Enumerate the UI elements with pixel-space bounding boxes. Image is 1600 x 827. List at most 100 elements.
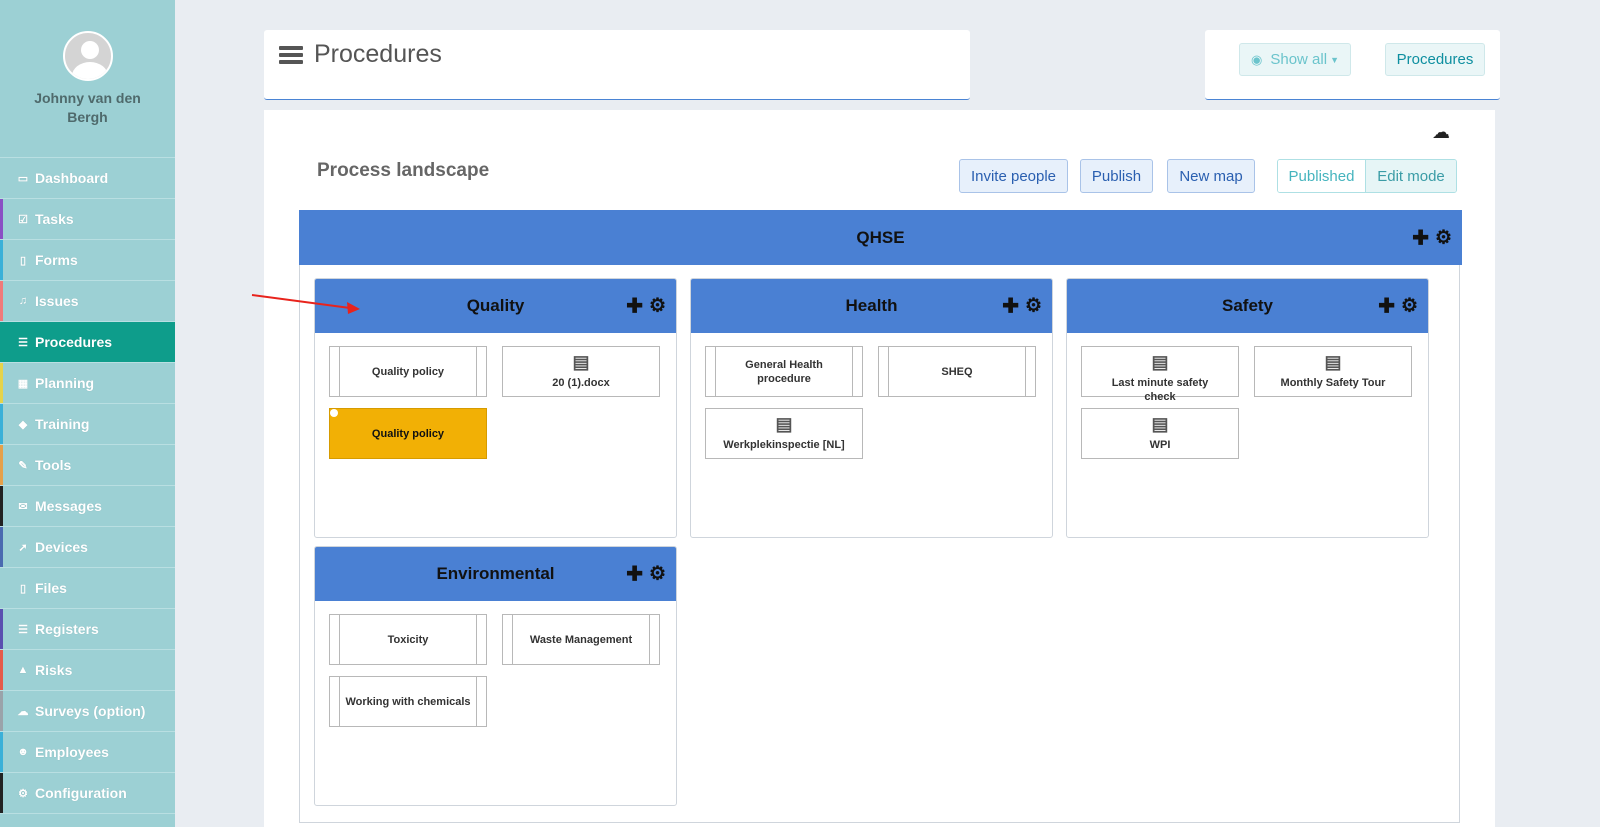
publish-button[interactable]: Publish — [1080, 159, 1153, 193]
sidebar-item-label: Devices — [35, 539, 88, 555]
comment-icon: ☁ — [17, 705, 29, 718]
process-tile[interactable]: SHEQ — [878, 346, 1036, 397]
sidebar-item-procedures[interactable]: ☰ Procedures — [0, 322, 175, 363]
process-tile[interactable]: ▤ WPI — [1081, 408, 1239, 459]
drag-handle[interactable] — [330, 409, 338, 417]
process-tile[interactable]: ▤ 20 (1).docx — [502, 346, 660, 397]
sidebar-item-label: Risks — [35, 662, 73, 678]
sidebar-item-label: Procedures — [35, 334, 113, 350]
add-icon[interactable]: ✚ — [626, 294, 643, 319]
group-title: Quality — [466, 296, 525, 315]
show-all-dropdown[interactable]: ◉ Show all ▼ — [1239, 43, 1351, 76]
bell-icon: ♫ — [18, 295, 28, 307]
process-group-environmental: Environmental ✚ ⚙ Toxicity Waste Management W… — [314, 546, 677, 806]
sidebar-item-tools[interactable]: ✎ Tools — [0, 445, 175, 486]
invite-people-button[interactable]: Invite people — [959, 159, 1068, 193]
new-map-button[interactable]: New map — [1167, 159, 1255, 193]
checkbox-icon: ☑ — [18, 213, 28, 226]
sidebar-item-risks[interactable]: ▲ Risks — [0, 650, 175, 691]
group-header: Health ✚ ⚙ — [691, 279, 1052, 333]
add-icon[interactable]: ✚ — [1002, 294, 1019, 319]
document-icon: ▯ — [19, 582, 27, 595]
sidebar-item-label: Dashboard — [35, 170, 109, 186]
warning-icon: ▲ — [17, 664, 29, 676]
tile-label: Werkplekinspectie [NL] — [723, 439, 845, 451]
process-tile[interactable]: Waste Management — [502, 614, 660, 665]
page-title: Procedures — [314, 40, 442, 68]
group-header: Quality ✚ ⚙ — [315, 279, 676, 333]
tile-label: Quality policy — [371, 365, 445, 378]
process-group-safety: Safety ✚ ⚙ ▤ Last minute safety check ▤ Monthl… — [1066, 278, 1429, 538]
sidebar-item-messages[interactable]: ✉ Messages — [0, 486, 175, 527]
avatar[interactable] — [62, 31, 113, 81]
map-title: QHSE — [856, 227, 905, 247]
add-icon[interactable]: ✚ — [1378, 294, 1395, 319]
show-all-label: Show all — [1270, 51, 1328, 68]
file-icon: ▯ — [19, 254, 27, 267]
mode-toggle: Published Edit mode — [1277, 159, 1457, 193]
sidebar-item-issues[interactable]: ♫ Issues — [0, 281, 175, 322]
sidebar-item-training[interactable]: ◆ Training — [0, 404, 175, 445]
map-header: QHSE ✚ ⚙ — [299, 210, 1462, 265]
process-tile[interactable]: ▤ Monthly Safety Tour — [1254, 346, 1412, 397]
process-tile[interactable]: Working with chemicals — [329, 676, 487, 727]
sidebar-item-forms[interactable]: ▯ Forms — [0, 240, 175, 281]
process-tile[interactable]: General Health procedure — [705, 346, 863, 397]
sidebar-item-label: Employees — [35, 744, 109, 760]
gear-icon[interactable]: ⚙ — [649, 295, 666, 318]
caret-down-icon: ▼ — [1330, 54, 1339, 65]
cloud-check-icon[interactable]: ☁ — [1432, 122, 1450, 143]
sidebar-item-devices[interactable]: ➚ Devices — [0, 527, 175, 568]
tile-label: WPI — [1149, 439, 1171, 451]
edit-mode-toggle[interactable]: Edit mode — [1366, 160, 1456, 192]
tile-label: Working with chemicals — [345, 695, 471, 708]
sidebar-item-label: Issues — [35, 293, 79, 309]
tile-label: SHEQ — [941, 365, 973, 378]
sidebar-item-files[interactable]: ▯ Files — [0, 568, 175, 609]
wrench-icon: ✎ — [18, 459, 28, 472]
rocket-icon: ➚ — [18, 541, 28, 554]
user-profile: Johnny van den Bergh — [0, 0, 175, 158]
process-tile[interactable]: ▤ Last minute safety check — [1081, 346, 1239, 403]
gear-icon[interactable]: ⚙ — [1435, 226, 1452, 249]
sidebar-item-label: Files — [35, 580, 67, 596]
sidebar-item-planning[interactable]: ▦ Planning — [0, 363, 175, 404]
sidebar-item-employees[interactable]: ☻ Employees — [0, 732, 175, 773]
eye-icon: ◉ — [1251, 51, 1263, 67]
sidebar-item-dashboard[interactable]: ▭ Dashboard — [0, 158, 175, 199]
tile-label: Last minute safety check — [1111, 377, 1209, 403]
process-tile[interactable]: ▤ Werkplekinspectie [NL] — [705, 408, 863, 459]
process-tile[interactable]: Toxicity — [329, 614, 487, 665]
section-title: Process landscape — [317, 160, 490, 181]
annotation-arrow — [251, 294, 360, 314]
sidebar-item-registers[interactable]: ☰ Registers — [0, 609, 175, 650]
add-icon[interactable]: ✚ — [626, 562, 643, 587]
process-tile[interactable]: Quality policy — [329, 346, 487, 397]
sidebar-item-label: Configuration — [35, 785, 127, 801]
gear-icon[interactable]: ⚙ — [649, 563, 666, 586]
main-panel: ☁ Process landscape Invite people Publis… — [264, 110, 1495, 827]
sidebar-item-label: Training — [35, 416, 90, 432]
tile-label: Toxicity — [387, 633, 429, 646]
document-icon: ▤ — [1151, 352, 1169, 372]
sidebar-item-surveys-option[interactable]: ☁ Surveys (option) — [0, 691, 175, 732]
sidebar-nav: ▭ Dashboard ☑ Tasks ▯ Forms ♫ Issues ☰ Procedures… — [0, 158, 175, 814]
process-map: QHSE ✚ ⚙ Quality ✚ ⚙ Quality policy ▤ 20 (1).… — [299, 210, 1462, 823]
sidebar-item-label: Tools — [35, 457, 72, 473]
add-icon[interactable]: ✚ — [1412, 225, 1429, 250]
sidebar-item-label: Surveys (option) — [35, 703, 146, 719]
process-tile[interactable]: Quality policy — [329, 408, 487, 459]
procedures-button[interactable]: Procedures — [1385, 43, 1485, 76]
gear-icon: ⚙ — [18, 787, 28, 800]
document-icon: ▤ — [1324, 352, 1342, 372]
sidebar-item-configuration[interactable]: ⚙ Configuration — [0, 773, 175, 814]
gear-icon[interactable]: ⚙ — [1025, 295, 1042, 318]
tile-label: Quality policy — [371, 427, 445, 440]
tile-label: 20 (1).docx — [552, 377, 610, 389]
sidebar-item-label: Forms — [35, 252, 78, 268]
sidebar-item-label: Registers — [35, 621, 99, 637]
published-toggle[interactable]: Published — [1278, 160, 1366, 192]
tile-label: Monthly Safety Tour — [1280, 377, 1386, 389]
gear-icon[interactable]: ⚙ — [1401, 295, 1418, 318]
sidebar-item-tasks[interactable]: ☑ Tasks — [0, 199, 175, 240]
